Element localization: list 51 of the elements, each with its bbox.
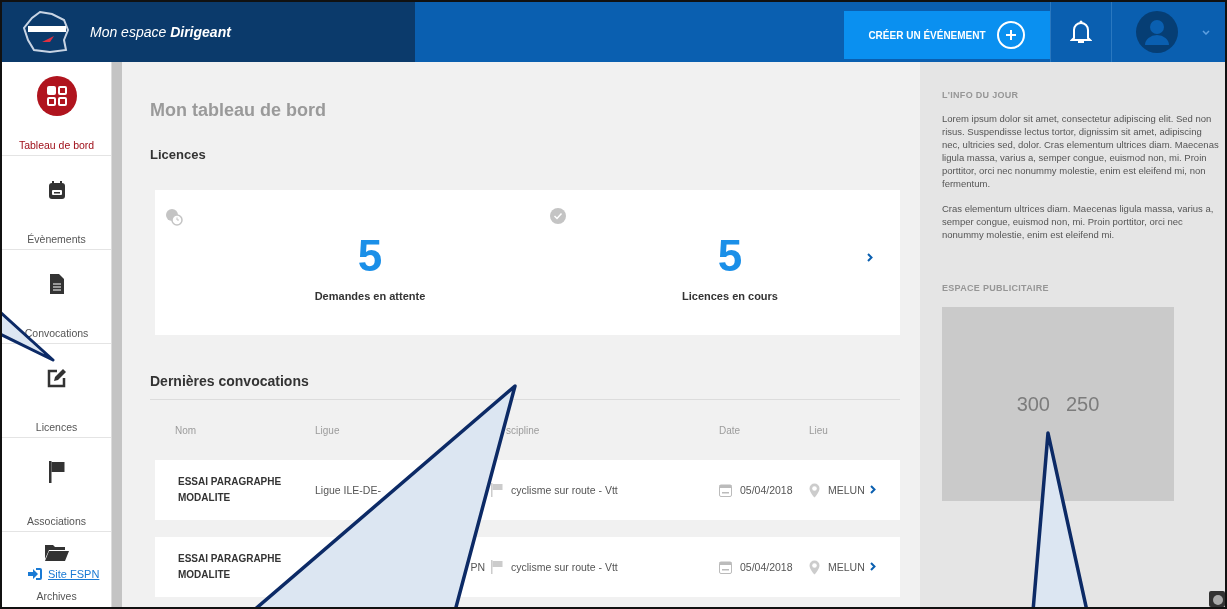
calendar-icon	[47, 180, 66, 200]
column-header: scipline	[505, 424, 541, 436]
column-header: Ligue	[315, 424, 341, 436]
date-text: 05/04/2018	[740, 561, 793, 573]
scrollbar[interactable]	[111, 62, 122, 607]
flag-icon	[491, 483, 503, 497]
convocation-name: ESSAI PARAGRAPHE MODALITE	[177, 475, 283, 505]
section-heading: ESPACE PUBLICITAIRE	[942, 283, 1050, 293]
chevron-right-icon[interactable]	[870, 562, 876, 571]
column-header: Lieu	[809, 424, 829, 436]
document-icon	[49, 274, 64, 294]
section-heading: L'INFO DU JOUR	[942, 90, 1020, 100]
info-paragraph: Cras elementum ultrices diam. Maecenas ligula massa, varius a, semper congue, euismod non, mi. Proin porttitor, orci nec nonummy molestie, enim est eleifend mi.	[942, 202, 1215, 241]
flag-icon	[491, 560, 503, 574]
toolbar-icon[interactable]	[1209, 591, 1225, 607]
page-title: Mon tableau de bord	[150, 100, 327, 121]
flag-icon	[48, 461, 65, 483]
chevron-right-icon[interactable]	[870, 485, 876, 494]
convocation-name: ESSAI PARAGRAPHE MODALITE	[177, 552, 283, 582]
ad-size-text: 250	[1066, 392, 1100, 416]
date-text: 05/04/2018	[740, 484, 793, 496]
folder-icon	[44, 543, 69, 561]
sign-in-icon	[28, 568, 42, 580]
calendar-icon	[719, 483, 732, 497]
ligue-text: Ligue ILE-DE-	[315, 484, 382, 496]
ad-size-text: 300	[1016, 392, 1050, 416]
map-pin-icon	[809, 482, 820, 498]
check-circle-icon	[550, 208, 566, 224]
column-header: Nom	[174, 424, 198, 436]
column-header: Date	[719, 424, 742, 436]
site-link[interactable]: Site FSPN	[48, 568, 100, 580]
discipline-text: cyclisme sur route - Vtt	[511, 484, 618, 496]
info-paragraph: Lorem ipsum dolor sit amet, consectetur adipiscing elit. Sed non risus. Suspendisse lectus tortor, dignissim sit amet, adipiscing nec, ultricies sed, dolor. Cras elementum ultrices diam. Maecenas ligula massa, varius a, semper congue, euismod non, mi. Proin porttitor, orci nec nonummy molestie, enim est eleifend mi, non fermentum.	[942, 112, 1219, 190]
stat-number: 5	[717, 232, 743, 280]
discipline-text: cyclisme sur route - Vtt	[511, 561, 618, 573]
ligue-text: PN	[470, 561, 486, 573]
section-title: Licences	[150, 147, 207, 162]
chevron-right-icon[interactable]	[867, 253, 873, 262]
edit-icon	[46, 368, 67, 388]
map-pin-icon	[809, 559, 820, 575]
stat-label: Demandes en attente	[314, 290, 426, 302]
place-text: MELUN	[828, 561, 865, 573]
dashboard-icon	[36, 76, 77, 116]
badge-clock-icon	[165, 208, 183, 226]
place-text: MELUN	[828, 484, 865, 496]
stat-label: Licences en cours	[682, 290, 778, 302]
plus-icon	[995, 20, 1026, 50]
bell-icon[interactable]	[1070, 19, 1092, 45]
app-title: Mon espace Dirigeant	[90, 24, 231, 40]
calendar-icon	[719, 560, 732, 574]
stat-number: 5	[357, 232, 383, 280]
